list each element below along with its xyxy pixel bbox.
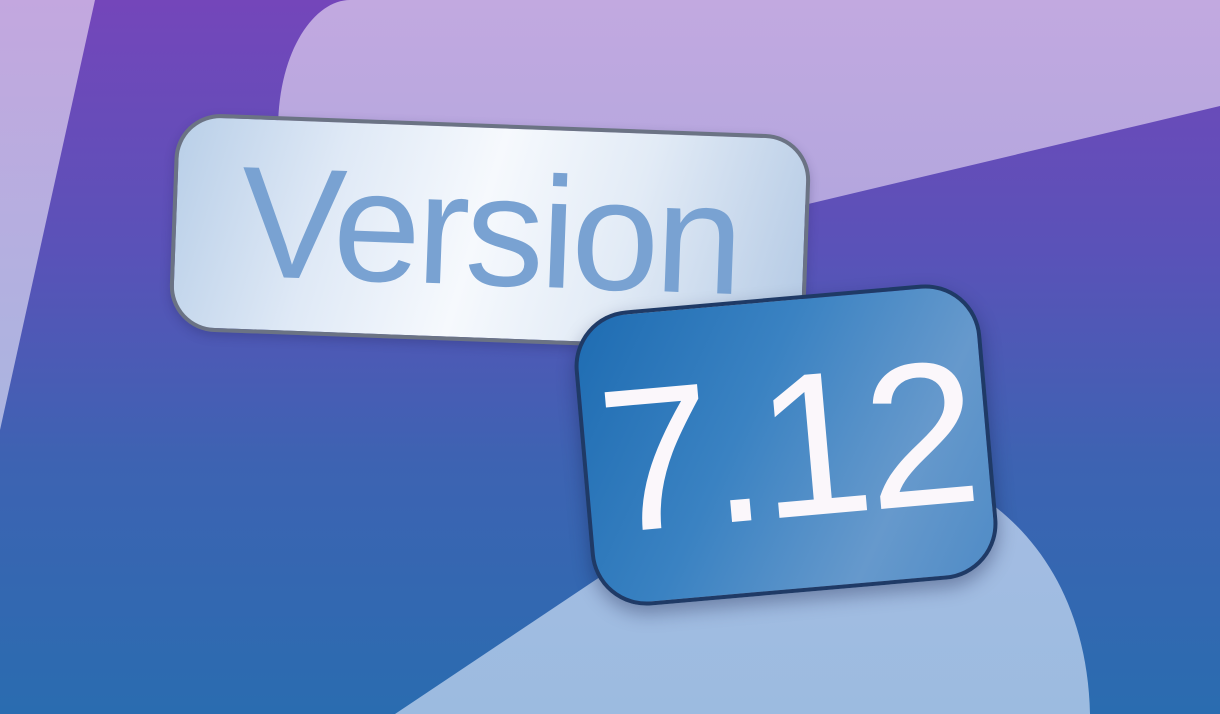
background-left-strip [0, 0, 95, 430]
version-label-text: Version [237, 133, 743, 329]
version-announcement-banner: Version 7.12 [0, 0, 1220, 714]
version-number-badge: 7.12 [569, 279, 1003, 611]
version-number-text: 7.12 [590, 317, 982, 577]
